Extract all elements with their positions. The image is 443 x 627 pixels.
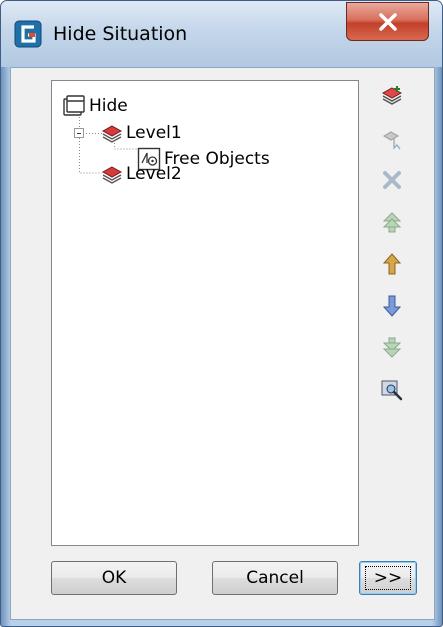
more-options-button[interactable]: >>	[359, 561, 417, 595]
move-bottom-icon	[382, 337, 402, 358]
delete-icon	[383, 171, 401, 189]
cancel-button[interactable]: Cancel	[212, 561, 338, 595]
tree-node-label: Hide	[89, 96, 128, 116]
move-down-icon	[382, 295, 402, 317]
zoom-button[interactable]	[376, 374, 408, 406]
move-top-icon	[382, 212, 402, 233]
title-bar[interactable]: Hide Situation	[1, 1, 442, 67]
hide-tree-view[interactable]: Hide Level1 Free Objects Level2	[51, 80, 359, 546]
add-level-icon	[381, 86, 403, 105]
tree-node-level1[interactable]: Level1	[101, 120, 185, 146]
dialog-window: Hide Situation Hide Level1 Free Objects …	[0, 0, 443, 627]
move-top-button[interactable]	[376, 206, 408, 238]
delete-button[interactable]	[376, 164, 408, 196]
dialog-body: Hide Level1 Free Objects Level2 OK Cance…	[10, 67, 435, 620]
tree-node-label: Level2	[126, 164, 182, 184]
add-level-button[interactable]	[376, 80, 408, 112]
move-down-button[interactable]	[376, 290, 408, 322]
hide-folder-icon	[63, 95, 85, 116]
tree-node-level2[interactable]: Level2	[101, 161, 185, 187]
tree-node-hide[interactable]: Hide	[62, 93, 131, 119]
app-logo-icon	[14, 20, 42, 48]
move-up-icon	[382, 253, 402, 275]
layer-stack-icon	[101, 125, 123, 143]
close-button[interactable]	[346, 2, 429, 41]
close-x-icon	[378, 12, 397, 31]
more-button-label: >>	[364, 566, 412, 590]
window-title: Hide Situation	[53, 23, 188, 45]
tree-node-label: Level1	[126, 123, 182, 143]
move-bottom-button[interactable]	[376, 332, 408, 364]
ok-button[interactable]: OK	[51, 561, 177, 595]
ok-button-label: OK	[101, 568, 127, 588]
cancel-button-label: Cancel	[246, 568, 304, 588]
select-objects-icon	[382, 131, 401, 150]
zoom-icon	[381, 380, 403, 401]
select-objects-button[interactable]	[376, 122, 408, 154]
tree-expander-level1[interactable]	[74, 128, 84, 138]
layer-stack-icon	[101, 166, 123, 184]
move-up-button[interactable]	[376, 248, 408, 280]
